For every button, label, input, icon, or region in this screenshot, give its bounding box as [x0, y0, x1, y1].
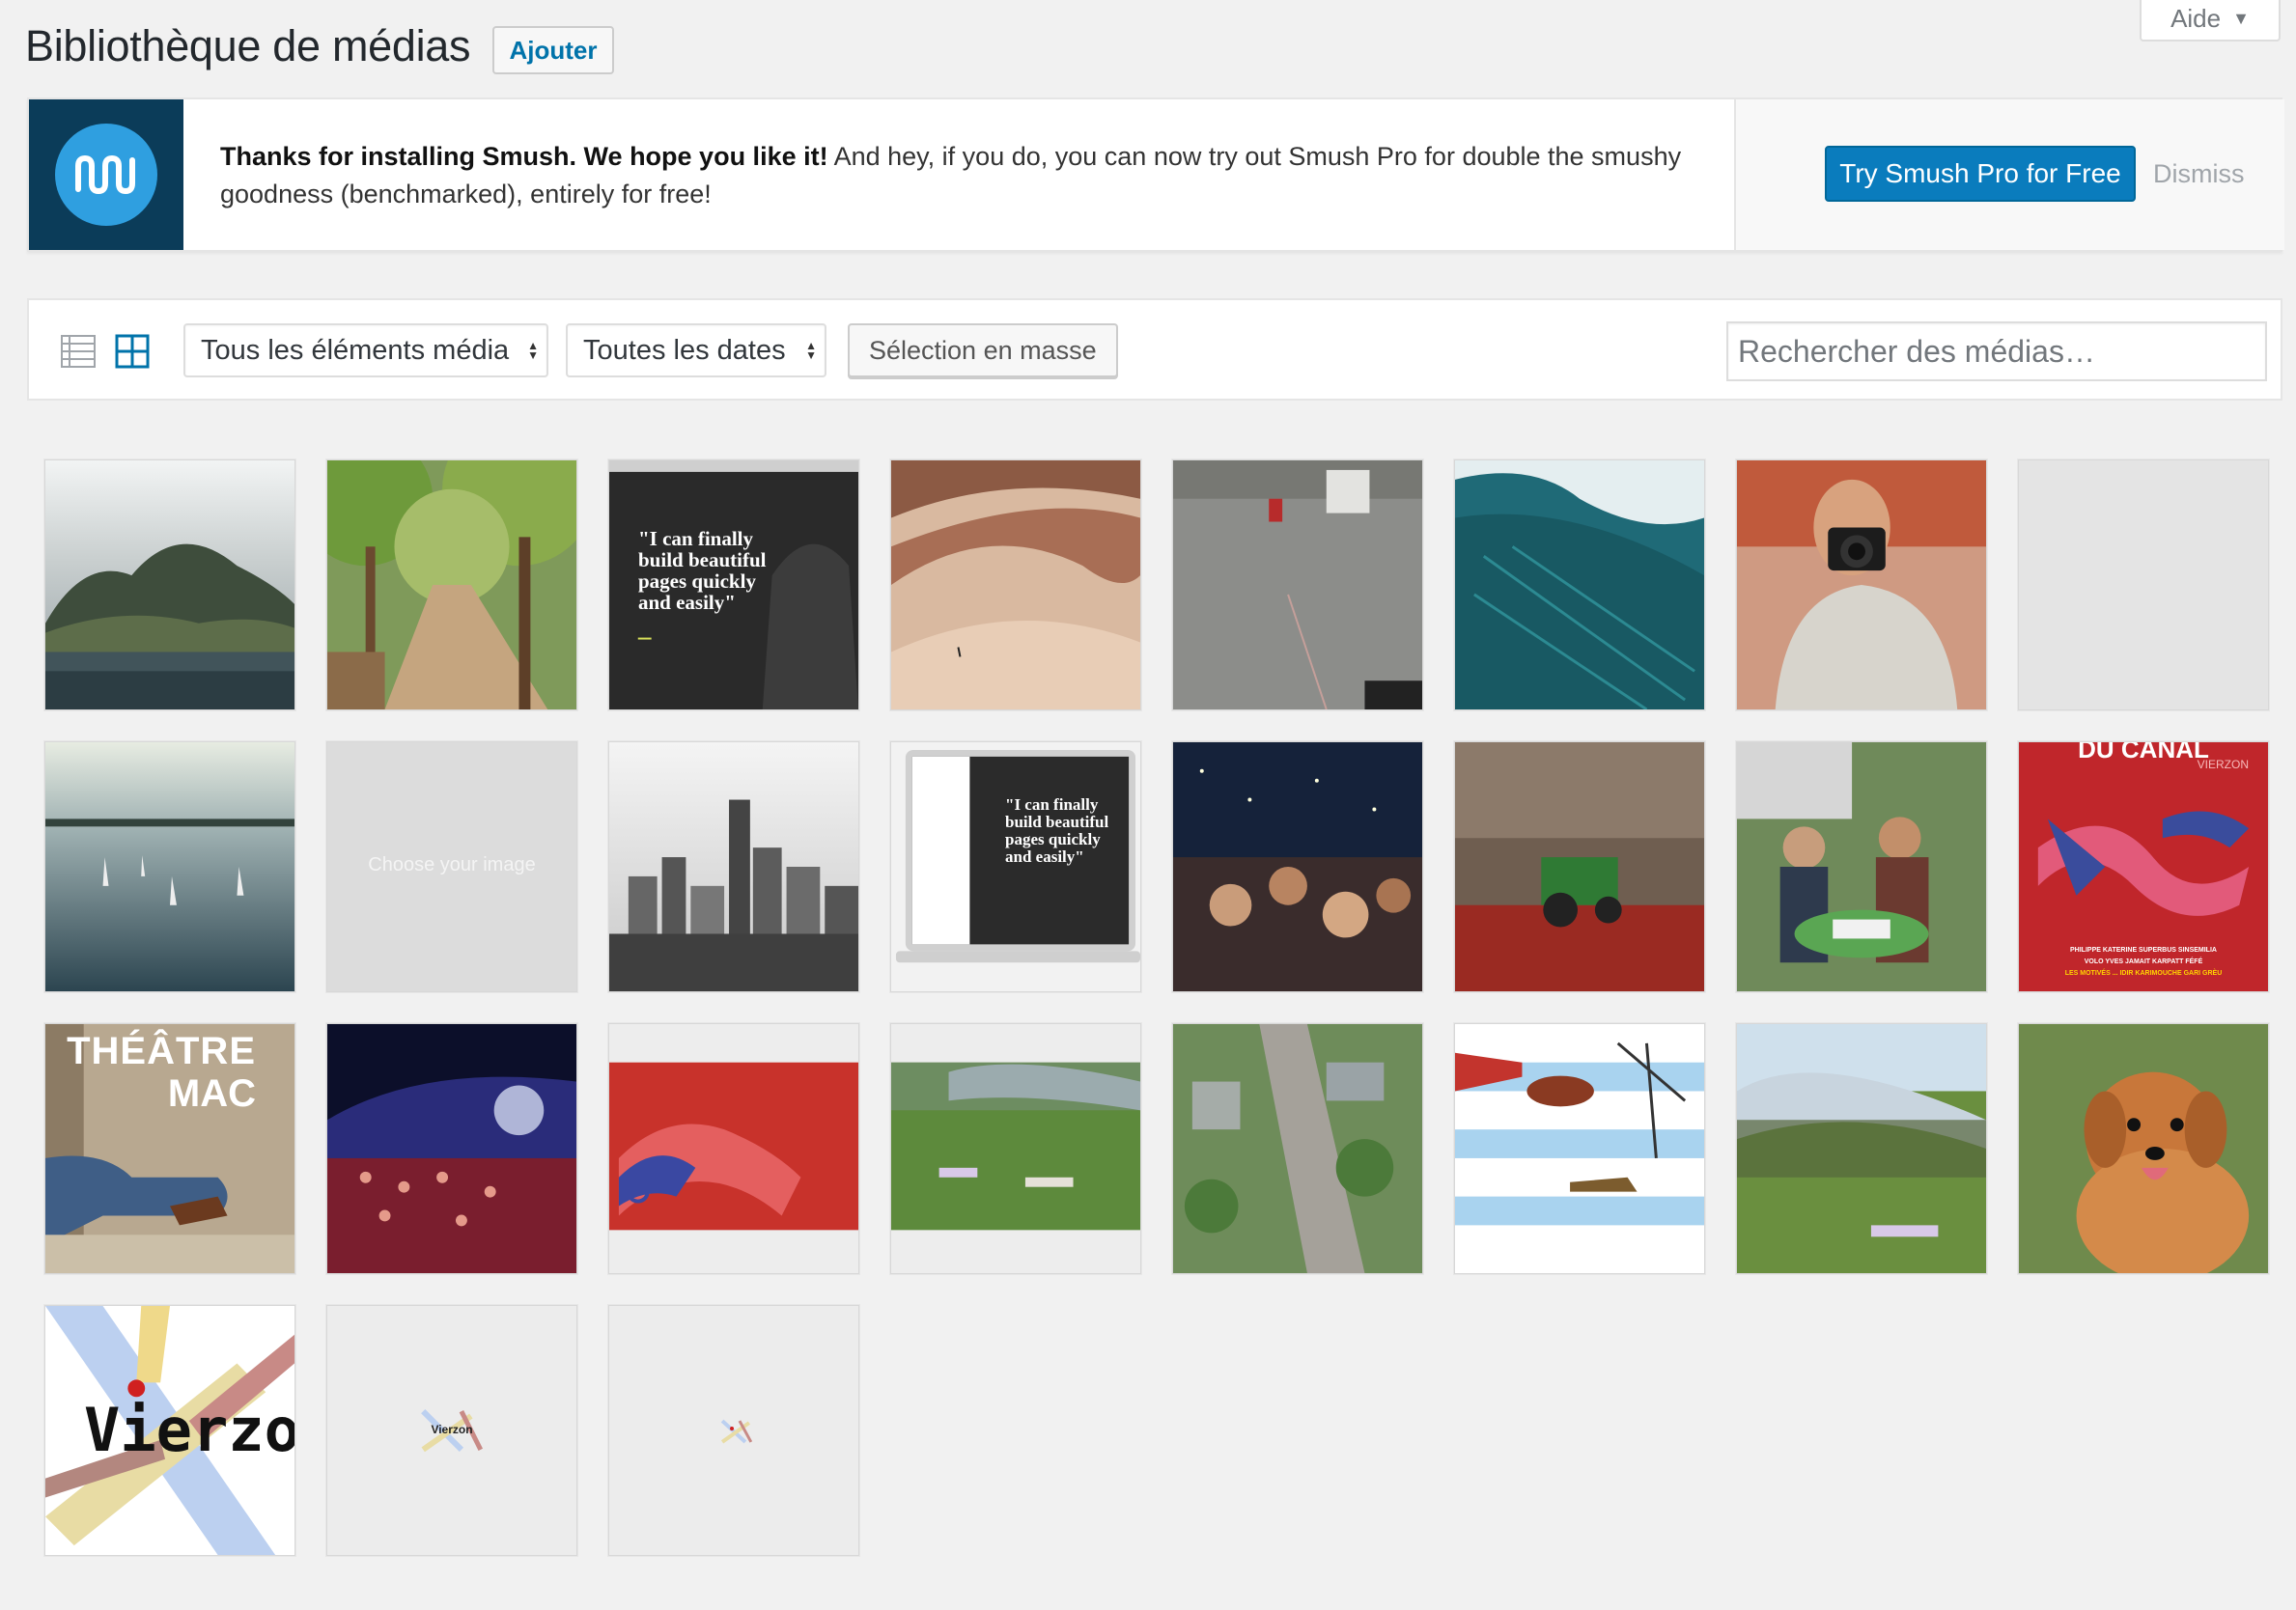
poster-title: THÉÂTRE: [67, 1030, 256, 1072]
media-item[interactable]: [608, 1305, 859, 1556]
thumbnail-blank: [2019, 460, 2268, 709]
thumbnail-tree-lined-path: [327, 460, 576, 709]
thumbnail-sailboats-lake: [45, 742, 294, 991]
media-item[interactable]: [1736, 1023, 1987, 1274]
media-item[interactable]: [1454, 459, 1705, 710]
vierzon-small-logo-text: Vierzon: [431, 1423, 473, 1436]
poster-subtitle: VIERZON: [2197, 758, 2249, 771]
thumbnail-group-outdoor: [1737, 742, 1986, 991]
thumbnail-misty-mountain-lake: [45, 460, 294, 709]
poster-subtitle: MAC: [167, 1072, 256, 1115]
poster-lineup-1: PHILIPPE KATERINE SUPERBUS SINSEMILIA: [2070, 947, 2217, 954]
media-item[interactable]: [2018, 1023, 2269, 1274]
thumbnail-vierzon-mark: [609, 1306, 858, 1555]
thumbnail-laptop-editor: [891, 742, 1140, 991]
thumbnail-tractor-exhibit: [1455, 742, 1704, 991]
media-item[interactable]: [326, 459, 577, 710]
thumbnail-city-skyline: [609, 742, 858, 991]
thumbnail-park-sunbathers: [891, 1024, 1140, 1273]
poster-lineup-3: LES MOTIVÉS ... IDIR KARIMOUCHE GARI GRÈ…: [2064, 970, 2223, 977]
thumbnail-concert-crowd: [1173, 742, 1422, 991]
media-item[interactable]: [608, 741, 859, 992]
media-item[interactable]: [1736, 459, 1987, 710]
media-item[interactable]: [1736, 741, 1987, 992]
thumbnail-instruments-illustration: [1455, 1024, 1704, 1273]
thumbnail-photographer: [1737, 460, 1986, 709]
thumbnail-aerial-town: [1173, 1024, 1422, 1273]
media-grid: "I can finally build beautiful pages qui…: [0, 0, 2296, 1610]
media-item[interactable]: [44, 741, 295, 992]
media-item[interactable]: [1172, 459, 1423, 710]
media-item[interactable]: DU CANAL VIERZON PHILIPPE KATERINE SUPER…: [2018, 741, 2269, 992]
thumbnail-quote-text: "I can finally build beautiful pages qui…: [638, 527, 767, 615]
media-item[interactable]: [1454, 741, 1705, 992]
media-item[interactable]: Vierzon: [326, 1305, 577, 1556]
media-item[interactable]: [44, 459, 295, 710]
thumbnail-park-slide: [1737, 1024, 1986, 1273]
thumbnail-street-aerial: [1173, 460, 1422, 709]
media-item[interactable]: [1172, 1023, 1423, 1274]
thumbnail-red-illustration: [609, 1024, 858, 1273]
thumbnail-ocean-wave: [1455, 460, 1704, 709]
thumbnail-quote-text: "I can finally build beautiful pages qui…: [1005, 795, 1109, 866]
media-item[interactable]: THÉÂTRE MAC: [44, 1023, 295, 1274]
media-item[interactable]: "I can finally build beautiful pages qui…: [608, 459, 859, 710]
thumbnail-desert-dunes: [891, 460, 1140, 709]
thumbnail-du-canal-poster: [2019, 742, 2268, 991]
media-item[interactable]: Vierzo: [44, 1305, 295, 1556]
vierzon-logo-text: Vierzo: [84, 1395, 295, 1465]
thumbnail-dog: [2019, 1024, 2268, 1273]
media-item[interactable]: [326, 1023, 577, 1274]
media-item[interactable]: [608, 1023, 859, 1274]
thumbnail-theatre-audience: [327, 1024, 576, 1273]
media-item[interactable]: Choose your image: [326, 741, 577, 992]
media-item[interactable]: [1172, 741, 1423, 992]
placeholder-caption: Choose your image: [368, 854, 536, 875]
poster-lineup-2: VOLO YVES JAMAIT KARPATT FÉFÉ: [2084, 958, 2203, 965]
media-item[interactable]: [1454, 1023, 1705, 1274]
media-item[interactable]: [890, 459, 1141, 710]
media-item[interactable]: [2018, 459, 2269, 710]
media-item[interactable]: [890, 1023, 1141, 1274]
media-item[interactable]: "I can finally build beautiful pages qui…: [890, 741, 1141, 992]
